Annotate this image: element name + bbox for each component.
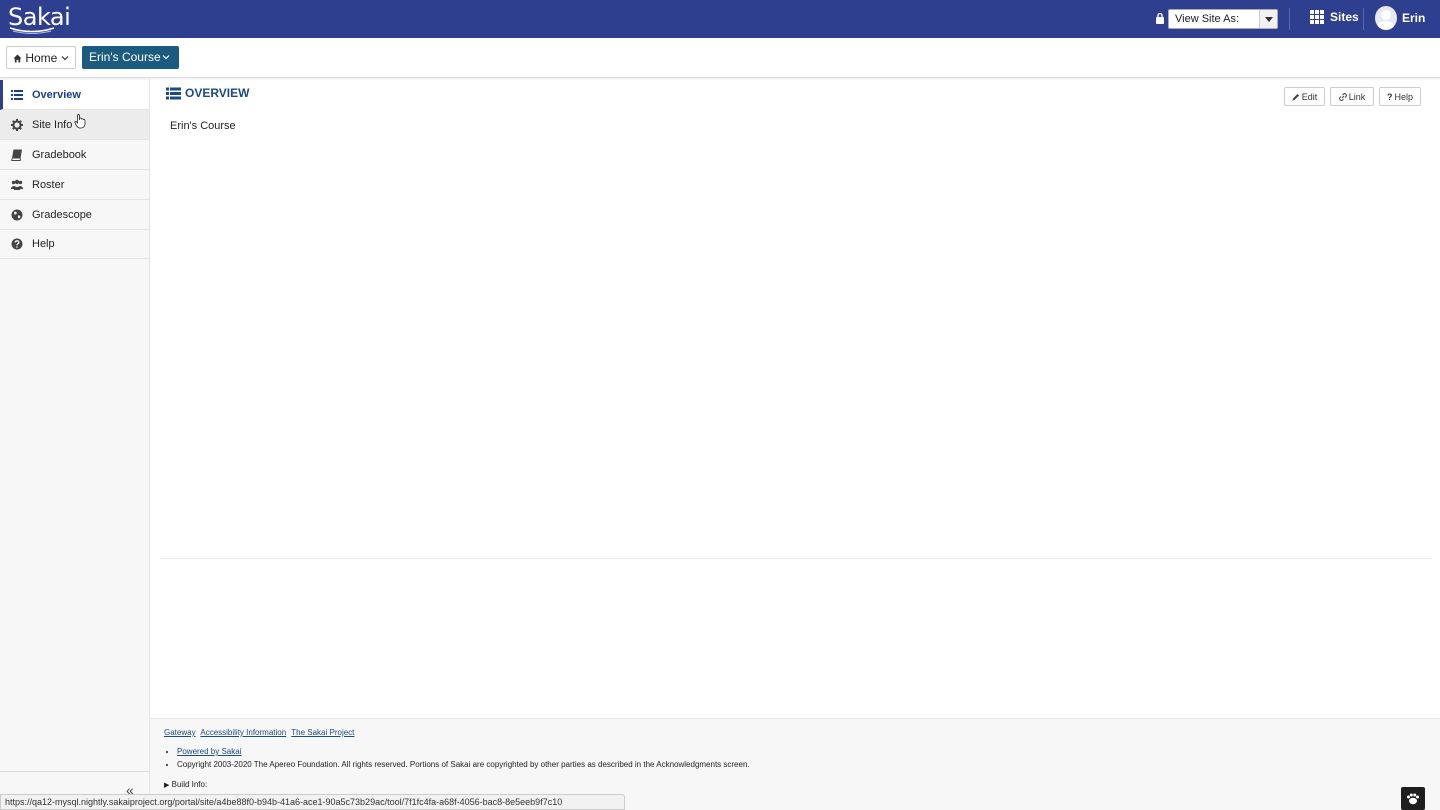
help-button[interactable]: ? Help [1379,87,1421,106]
list-item: Powered by Sakai [177,747,750,756]
sidebar-item-label: Help [32,237,55,250]
footer-links: Gateway Accessibility Information The Sa… [164,728,357,737]
footer-list: Powered by Sakai Copyright 2003-2020 The… [177,747,750,773]
build-info-toggle[interactable]: ▶ Build Info: [164,780,207,789]
home-tab-label: Home [25,51,58,65]
gear-icon [11,118,23,131]
course-tab-label: Erin's Course [89,50,161,64]
user-menu-button[interactable]: Erin [1375,6,1425,30]
edit-button[interactable]: Edit [1284,87,1325,106]
footer-link-gateway[interactable]: Gateway [164,728,196,737]
home-tab[interactable]: Home [6,46,76,69]
powered-by-link[interactable]: Powered by Sakai [177,747,241,756]
course-tab[interactable]: Erin's Course [82,46,179,69]
pencil-icon [1292,93,1299,100]
top-header: Sakai View Site As: Sites Erin [0,0,1440,38]
copyright-text: Copyright 2003-2020 The Apereo Foundatio… [177,760,750,769]
tool-title: OVERVIEW [166,86,249,100]
sites-label: Sites [1330,10,1359,24]
footer-link-accessibility[interactable]: Accessibility Information [200,728,286,737]
sidebar-item-label: Site Info [32,118,73,131]
list-item: Copyright 2003-2020 The Apereo Foundatio… [177,760,750,769]
user-name: Erin [1402,11,1426,25]
edit-button-label: Edit [1301,91,1318,102]
paw-icon [1407,793,1419,805]
link-icon [1338,92,1347,101]
sidebar-item-overview[interactable]: Overview [0,80,149,110]
chevron-down-icon[interactable] [61,54,69,62]
content-divider [160,558,1432,559]
sites-button[interactable]: Sites [1310,10,1359,24]
paw-button[interactable] [1401,787,1425,810]
sidebar-item-label: Overview [32,88,81,101]
list-icon [166,87,181,99]
globe-icon [11,209,23,220]
sidebar-item-label: Roster [32,178,65,191]
browser-status-bar: https://qa12-mysql.nightly.sakaiproject.… [0,794,625,810]
sidebar-item-help[interactable]: Help [0,229,149,259]
chevron-down-icon[interactable] [162,53,170,61]
lock-icon [1156,12,1164,24]
avatar [1375,6,1397,30]
sidebar-item-label: Gradescope [32,208,92,221]
course-title: Erin's Course [170,120,236,132]
link-button[interactable]: Link [1330,87,1374,106]
sidebar-item-roster[interactable]: Roster [0,170,149,200]
logo-swoosh-icon [9,27,55,34]
footer-link-sakai-project[interactable]: The Sakai Project [291,728,354,737]
question-icon: ? [1386,91,1393,102]
tool-title-text: OVERVIEW [185,86,250,100]
view-site-as-select[interactable]: View Site As: [1168,9,1278,29]
users-icon [11,179,23,190]
question-circle-icon [11,238,23,249]
view-site-as-label: View Site As: [1175,13,1239,25]
list-icon [11,89,23,100]
sidebar-item-label: Gradebook [32,148,87,161]
link-button-label: Link [1348,91,1366,102]
header-divider [1363,8,1364,30]
header-divider [1289,8,1290,30]
hand-cursor-icon [74,114,86,129]
sidebar-item-gradebook[interactable]: Gradebook [0,140,149,170]
chevron-down-icon[interactable] [1259,10,1277,28]
build-info-label: Build Info: [171,780,208,789]
triangle-right-icon: ▶ [164,782,170,789]
book-icon [11,149,22,161]
sidebar-item-gradescope[interactable]: Gradescope [0,200,149,230]
help-button-label: Help [1394,91,1413,102]
home-icon [13,54,22,63]
site-nav-bar: Home Erin's Course [0,38,1440,78]
grid-icon [1310,10,1325,24]
